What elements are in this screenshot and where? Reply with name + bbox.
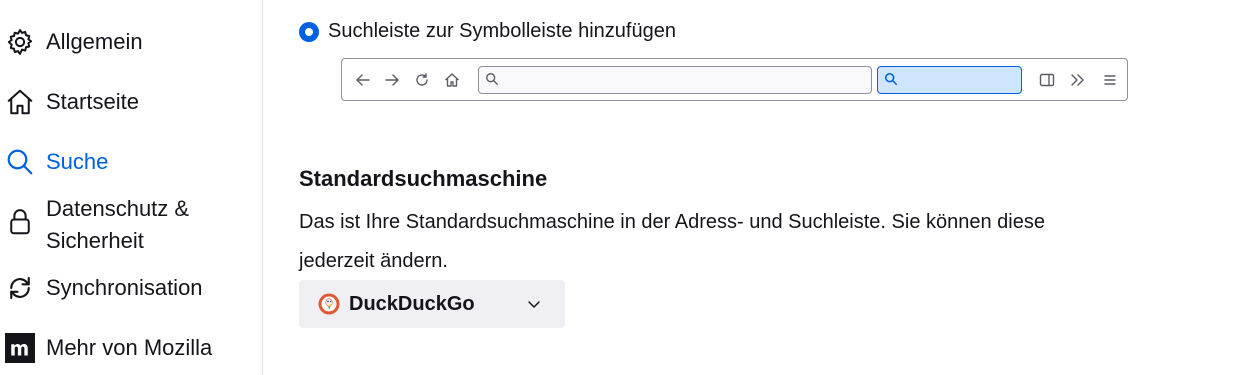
toolbar-preview xyxy=(341,58,1128,101)
default-search-engine-select[interactable]: DuckDuckGo xyxy=(299,280,565,328)
gear-icon xyxy=(3,25,37,59)
sidebar-item-home[interactable]: Startseite xyxy=(0,85,139,119)
radio-button[interactable] xyxy=(299,21,319,42)
radio-label: Suchleiste zur Symbolleiste hinzufügen xyxy=(328,20,676,42)
chevron-down-icon xyxy=(526,296,542,317)
search-icon xyxy=(3,145,37,179)
sidebar-item-label: Mehr von Mozilla xyxy=(46,335,213,360)
add-searchbar-option[interactable]: Suchleiste zur Symbolleiste hinzufügen xyxy=(299,20,676,43)
url-bar-preview xyxy=(478,66,872,94)
home-icon xyxy=(442,70,462,90)
sidebar-item-label: Allgemein xyxy=(46,29,143,54)
section-description: Das ist Ihre Standardsuchmaschine in der… xyxy=(299,211,1045,272)
sidebar-item-label: Startseite xyxy=(46,89,139,114)
sidebar-item-mozilla[interactable]: Mehr von Mozilla xyxy=(0,331,212,365)
sidebar-item-general[interactable]: Allgemein xyxy=(0,25,143,59)
sidebar-item-label: Datenschutz & Sicherheit xyxy=(46,193,189,257)
sync-icon xyxy=(3,271,37,305)
sidebar-item-search[interactable]: Suche xyxy=(0,145,108,179)
sidebar-icon xyxy=(1037,70,1057,90)
home-icon xyxy=(3,85,37,119)
search-icon xyxy=(485,72,499,91)
duckduckgo-icon xyxy=(318,293,340,315)
lock-icon xyxy=(3,205,37,239)
sidebar-item-label: Synchronisation xyxy=(46,275,203,300)
section-title: Standardsuchmaschine xyxy=(299,166,548,191)
forward-arrow-icon xyxy=(382,70,402,90)
sidebar-item-label: Suche xyxy=(46,149,109,174)
privacy-label-line2: Sicherheit xyxy=(46,228,144,253)
engine-name: DuckDuckGo xyxy=(349,292,475,315)
privacy-label-line1: Datenschutz & xyxy=(46,196,190,221)
overflow-chevrons-icon xyxy=(1067,70,1087,90)
search-bar-preview xyxy=(877,66,1022,94)
menu-icon xyxy=(1100,70,1120,90)
sidebar: Allgemein Startseite Suche Datenschutz &… xyxy=(0,0,263,375)
mozilla-icon xyxy=(3,331,37,365)
reload-icon xyxy=(412,70,432,90)
sidebar-item-privacy[interactable]: Datenschutz & Sicherheit xyxy=(0,193,189,257)
sidebar-item-sync[interactable]: Synchronisation xyxy=(0,271,203,305)
search-icon xyxy=(884,72,898,91)
back-arrow-icon xyxy=(353,70,373,90)
